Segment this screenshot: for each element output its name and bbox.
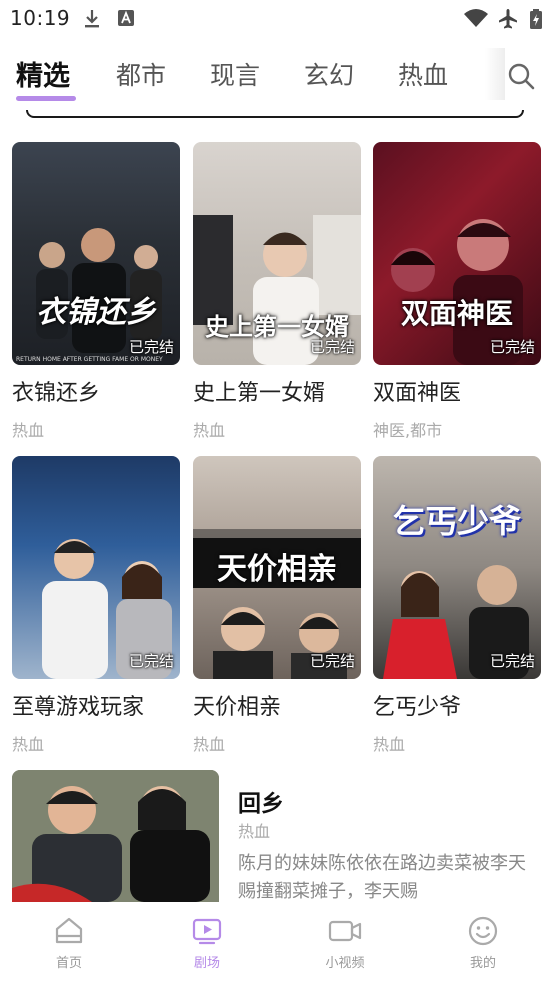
status-bar: 10:19 (0, 0, 553, 36)
drama-poster[interactable]: 史上第一女婿 已完结 (193, 142, 361, 365)
drama-title[interactable]: 天价相亲 (193, 689, 361, 721)
drama-card[interactable]: 乞丐少爷 已完结 乞丐少爷 热血 (373, 456, 541, 755)
poster-title-art: 天价相亲 (217, 552, 337, 587)
drama-card[interactable]: 已完结 至尊游戏玩家 热血 (12, 456, 180, 755)
theater-icon (192, 918, 222, 945)
drama-poster[interactable]: 天价相亲 已完结 (193, 456, 361, 679)
drama-poster[interactable]: 衣锦还乡 RETURN HOME AFTER GETTING FAME OR M… (12, 142, 180, 365)
status-badge: 已完结 (489, 338, 535, 356)
status-badge: 已完结 (309, 652, 355, 670)
nav-home[interactable]: 首页 (29, 916, 109, 971)
app-notification-icon (118, 10, 134, 26)
featured-drama-tags: 热血 (238, 822, 271, 841)
tab-scroll-fade (485, 48, 505, 100)
featured-drama-item[interactable]: 回乡 热血 陈月的妹妹陈依依在路边卖菜被李天赐撞翻菜摊子，李天赐 (12, 770, 542, 902)
category-tabs: 精选 都市 现言 玄幻 热血 (0, 48, 553, 108)
drama-tags: 热血 (193, 421, 226, 440)
featured-drama-description: 陈月的妹妹陈依依在路边卖菜被李天赐撞翻菜摊子，李天赐 (238, 853, 526, 902)
drama-title[interactable]: 史上第一女婿 (193, 375, 361, 407)
home-icon (55, 917, 83, 944)
drama-tags: 热血 (12, 421, 45, 440)
status-time: 10:19 (10, 6, 71, 30)
tab-fantasy[interactable]: 玄幻 (304, 56, 354, 92)
drama-title[interactable]: 衣锦还乡 (12, 375, 180, 407)
drama-poster[interactable]: 已完结 (12, 456, 180, 679)
nav-profile-label: 我的 (469, 956, 496, 971)
status-badge: 已完结 (128, 652, 174, 670)
nav-home-label: 首页 (55, 956, 82, 971)
nav-profile[interactable]: 我的 (443, 916, 523, 971)
drama-poster[interactable]: 双面神医 已完结 (373, 142, 541, 365)
tab-urban[interactable]: 都市 (116, 56, 166, 92)
banner-bottom-edge (26, 110, 524, 118)
wifi-icon (464, 9, 488, 27)
featured-drama-poster[interactable] (12, 770, 219, 902)
bottom-navigation: 首页 剧场 小视频 我的 (0, 902, 553, 984)
tab-action[interactable]: 热血 (398, 56, 448, 92)
poster-title-art: 乞丐少爷 (392, 502, 521, 540)
poster-title-art: 双面神医 (400, 297, 513, 330)
drama-poster[interactable]: 乞丐少爷 已完结 (373, 456, 541, 679)
drama-tags: 神医,都市 (373, 421, 443, 440)
drama-title[interactable]: 双面神医 (373, 375, 541, 407)
download-icon (85, 10, 99, 28)
nav-theater[interactable]: 剧场 (167, 916, 247, 971)
nav-short-video-label: 小视频 (325, 956, 365, 971)
drama-title[interactable]: 至尊游戏玩家 (12, 689, 180, 721)
status-badge: 已完结 (309, 338, 355, 356)
nav-theater-label: 剧场 (193, 956, 220, 971)
active-tab-indicator (16, 96, 76, 101)
airplane-mode-icon (499, 9, 517, 29)
poster-people-image (12, 770, 219, 902)
drama-tags: 热血 (193, 735, 226, 754)
status-badge: 已完结 (128, 338, 174, 356)
tab-romance[interactable]: 现言 (210, 56, 260, 92)
featured-drama-title[interactable]: 回乡 (238, 784, 284, 818)
drama-title[interactable]: 乞丐少爷 (373, 689, 541, 721)
battery-charging-icon (530, 9, 542, 29)
smiley-profile-icon (468, 916, 498, 946)
nav-short-video[interactable]: 小视频 (305, 916, 385, 971)
search-icon[interactable] (505, 60, 537, 92)
tab-featured[interactable]: 精选 (16, 54, 70, 93)
drama-card[interactable]: 天价相亲 已完结 天价相亲 热血 (193, 456, 361, 755)
poster-title-art: 衣锦还乡 (36, 295, 156, 330)
drama-card[interactable]: 双面神医 已完结 双面神医 神医,都市 (373, 142, 541, 441)
drama-tags: 热血 (373, 735, 406, 754)
drama-card[interactable]: 史上第一女婿 已完结 史上第一女婿 热血 (193, 142, 361, 441)
drama-tags: 热血 (12, 735, 45, 754)
status-badge: 已完结 (489, 652, 535, 670)
video-camera-icon (328, 920, 362, 942)
drama-card[interactable]: 衣锦还乡 RETURN HOME AFTER GETTING FAME OR M… (12, 142, 180, 441)
poster-subtitle-art: RETURN HOME AFTER GETTING FAME OR MONEY (16, 356, 163, 363)
